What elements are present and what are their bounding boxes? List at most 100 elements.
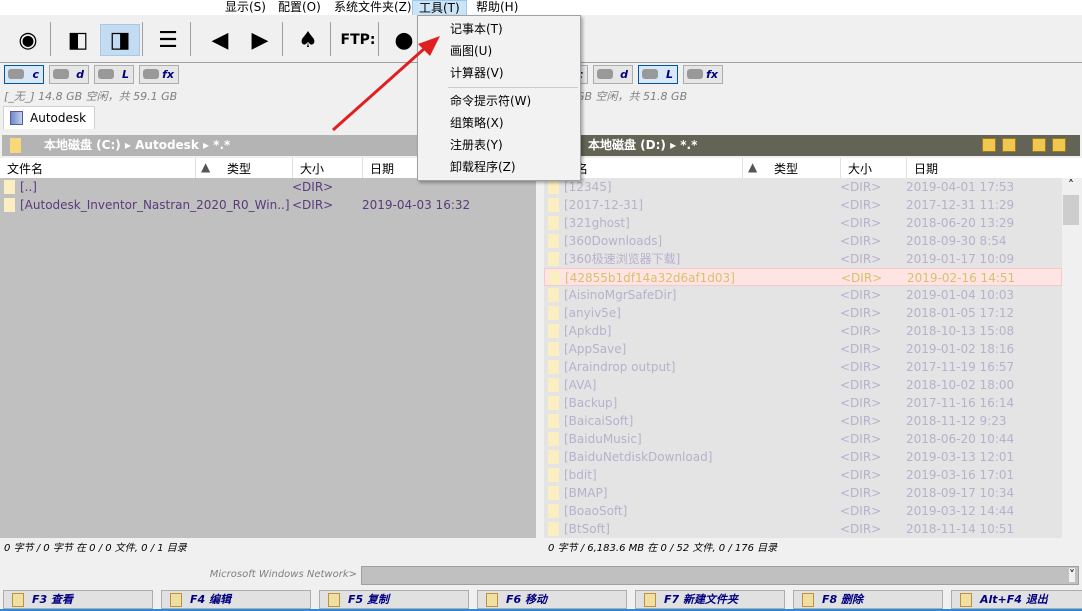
drive-button-fx[interactable]: fx xyxy=(683,65,723,84)
tools-menu-item[interactable]: 卸载程序(Z) xyxy=(450,157,516,177)
right-panel-button[interactable]: ◨ xyxy=(100,24,140,56)
left-panel-button[interactable]: ◧ xyxy=(58,24,98,56)
history-icon[interactable] xyxy=(1052,138,1066,152)
file-date: 2018-09-17 10:34 xyxy=(906,486,1015,500)
file-date: 2018-06-20 13:29 xyxy=(906,216,1015,230)
file-row[interactable]: [Autodesk_Inventor_Nastran_2020_R0_Win..… xyxy=(0,196,536,214)
fkey-button[interactable]: F4 编辑 xyxy=(161,590,311,609)
file-row[interactable]: [Apkdb] <DIR> 2018-10-13 15:08 xyxy=(544,322,1062,340)
ftp-button[interactable]: FTP: xyxy=(338,24,378,56)
fkey-button[interactable]: F3 查看 xyxy=(3,590,153,609)
fkey-button[interactable]: F7 新建文件夹 xyxy=(635,590,785,609)
file-row[interactable]: [BtSoft] <DIR> 2018-11-14 10:51 xyxy=(544,520,1062,538)
drive-button-c[interactable]: c xyxy=(4,65,44,84)
right-eye-button[interactable]: ▶ xyxy=(240,24,280,56)
fkey-button[interactable]: F8 删除 xyxy=(793,590,943,609)
file-row[interactable]: [BMAP] <DIR> 2018-09-17 10:34 xyxy=(544,484,1062,502)
file-name: [BMAP] xyxy=(564,486,608,500)
file-row[interactable]: [bdit] <DIR> 2019-03-16 17:01 xyxy=(544,466,1062,484)
fkey-button[interactable]: F6 移动 xyxy=(477,590,627,609)
tools-menu-item[interactable]: 计算器(V) xyxy=(450,63,504,83)
column-divider[interactable] xyxy=(906,158,907,178)
menu-item[interactable]: 系统文件夹(Z) xyxy=(328,0,418,15)
scrollbar[interactable]: ˄ xyxy=(1062,178,1080,538)
column-divider[interactable] xyxy=(742,158,743,178)
file-date: 2019-03-13 12:01 xyxy=(906,450,1015,464)
column-type[interactable]: 类型 xyxy=(774,160,798,177)
column-divider[interactable] xyxy=(292,158,293,178)
drive-button-l[interactable]: l xyxy=(638,65,678,84)
file-name: [..] xyxy=(20,180,37,194)
column-divider[interactable] xyxy=(840,158,841,178)
fkey-button[interactable]: Alt+F4 退出 xyxy=(951,590,1082,609)
file-row[interactable]: [anyiv5e] <DIR> 2018-01-05 17:12 xyxy=(544,304,1062,322)
bookmark-icon[interactable] xyxy=(1032,138,1046,152)
menu-item[interactable]: 工具(T) xyxy=(412,0,467,15)
tools-menu-item[interactable]: 记事本(T) xyxy=(450,19,503,39)
file-date: 2017-11-16 16:14 xyxy=(906,396,1015,410)
column-type[interactable]: 类型 xyxy=(227,160,251,177)
column-divider[interactable] xyxy=(362,158,363,178)
menu-item[interactable]: 帮助(H) xyxy=(470,0,524,15)
folder-tab[interactable]: Autodesk xyxy=(3,106,96,129)
mask-button[interactable]: ♠ xyxy=(288,24,328,56)
column-name[interactable]: 文件名 xyxy=(7,160,43,177)
file-size: <DIR> xyxy=(292,198,334,212)
move-icon xyxy=(486,593,498,607)
tools-menu-item[interactable]: 画图(U) xyxy=(450,41,492,61)
sort-asc-icon: ▲ xyxy=(748,160,758,174)
path-bar[interactable]: 本地磁盘 (D:) ▸ *.* xyxy=(546,135,1080,156)
file-list[interactable]: [..] <DIR> [Autodesk_Inventor_Nastran_2020… xyxy=(0,178,536,538)
file-date: 2018-10-02 18:00 xyxy=(906,378,1015,392)
file-row[interactable]: [BaiduNetdiskDownload] <DIR> 2019-03-13 12… xyxy=(544,448,1062,466)
file-size: <DIR> xyxy=(840,486,882,500)
column-date[interactable]: 日期 xyxy=(370,160,394,177)
columns-button[interactable]: ☰ xyxy=(148,24,188,56)
drive-button-fx[interactable]: fx xyxy=(139,65,179,84)
file-row[interactable]: [Backup] <DIR> 2017-11-16 16:14 xyxy=(544,394,1062,412)
up-dir-icon[interactable] xyxy=(1002,138,1016,152)
tools-menu-item[interactable]: 命令提示符(W) xyxy=(450,91,531,111)
right-eye-icon: ▶ xyxy=(251,27,269,53)
menu-item[interactable]: 显示(S) xyxy=(219,0,272,15)
file-list[interactable]: [12345] <DIR> 2019-04-01 17:53 [2017-12-31]… xyxy=(544,178,1062,538)
menu-separator xyxy=(448,87,578,88)
file-date: 2018-06-20 10:44 xyxy=(906,432,1015,446)
left-eye-button[interactable]: ◀ xyxy=(200,24,240,56)
file-size: <DIR> xyxy=(292,180,334,194)
column-size[interactable]: 大小 xyxy=(300,160,324,177)
camera-button[interactable]: ◉ xyxy=(8,24,48,56)
file-row[interactable]: [360Downloads] <DIR> 2018-09-30 8:54 xyxy=(544,232,1062,250)
file-row[interactable]: [BaiduMusic] <DIR> 2018-06-20 10:44 xyxy=(544,430,1062,448)
file-row[interactable]: [BoaoSoft] <DIR> 2019-03-12 14:44 xyxy=(544,502,1062,520)
column-date[interactable]: 日期 xyxy=(914,160,938,177)
column-header: 文件名类型大小日期▲ xyxy=(544,158,1082,178)
chevron-down-icon[interactable]: ˅ xyxy=(1069,568,1075,582)
drive-label: fx xyxy=(706,68,718,81)
file-row[interactable]: [321ghost] <DIR> 2018-06-20 13:29 xyxy=(544,214,1062,232)
scrollbar-thumb[interactable] xyxy=(1063,195,1079,225)
column-size[interactable]: 大小 xyxy=(848,160,872,177)
file-date: 2017-12-31 11:29 xyxy=(906,198,1015,212)
file-row[interactable]: [BaicaiSoft] <DIR> 2018-11-12 9:23 xyxy=(544,412,1062,430)
file-row[interactable]: [AppSave] <DIR> 2019-01-02 18:16 xyxy=(544,340,1062,358)
file-row[interactable]: [12345] <DIR> 2019-04-01 17:53 xyxy=(544,178,1062,196)
scroll-up-icon[interactable]: ˄ xyxy=(1062,178,1080,195)
drive-button-l[interactable]: l xyxy=(94,65,134,84)
file-row[interactable]: [AVA] <DIR> 2018-10-02 18:00 xyxy=(544,376,1062,394)
file-row[interactable]: [2017-12-31] <DIR> 2017-12-31 11:29 xyxy=(544,196,1062,214)
drive-button-d[interactable]: d xyxy=(49,65,89,84)
tools-menu-item[interactable]: 注册表(Y) xyxy=(450,135,503,155)
file-row[interactable]: [AisinoMgrSafeDir] <DIR> 2019-01-04 10:03 xyxy=(544,286,1062,304)
drive-button-d[interactable]: d xyxy=(593,65,633,84)
file-row[interactable]: [360极速浏览器下载] <DIR> 2019-01-17 10:09 xyxy=(544,250,1062,268)
file-row[interactable]: [42855b1df14a32d6af1d03] <DIR> 2019-02-16 … xyxy=(544,268,1062,286)
root-icon[interactable] xyxy=(982,138,996,152)
file-name: [BoaoSoft] xyxy=(564,504,628,518)
tools-menu-item[interactable]: 组策略(X) xyxy=(450,113,504,133)
file-row[interactable]: [Araindrop output] <DIR> 2017-11-19 16:57 xyxy=(544,358,1062,376)
menu-item[interactable]: 配置(O) xyxy=(272,0,327,15)
command-line-input[interactable]: ˅ xyxy=(361,566,1079,585)
column-divider[interactable] xyxy=(195,158,196,178)
fkey-button[interactable]: F5 复制 xyxy=(319,590,469,609)
